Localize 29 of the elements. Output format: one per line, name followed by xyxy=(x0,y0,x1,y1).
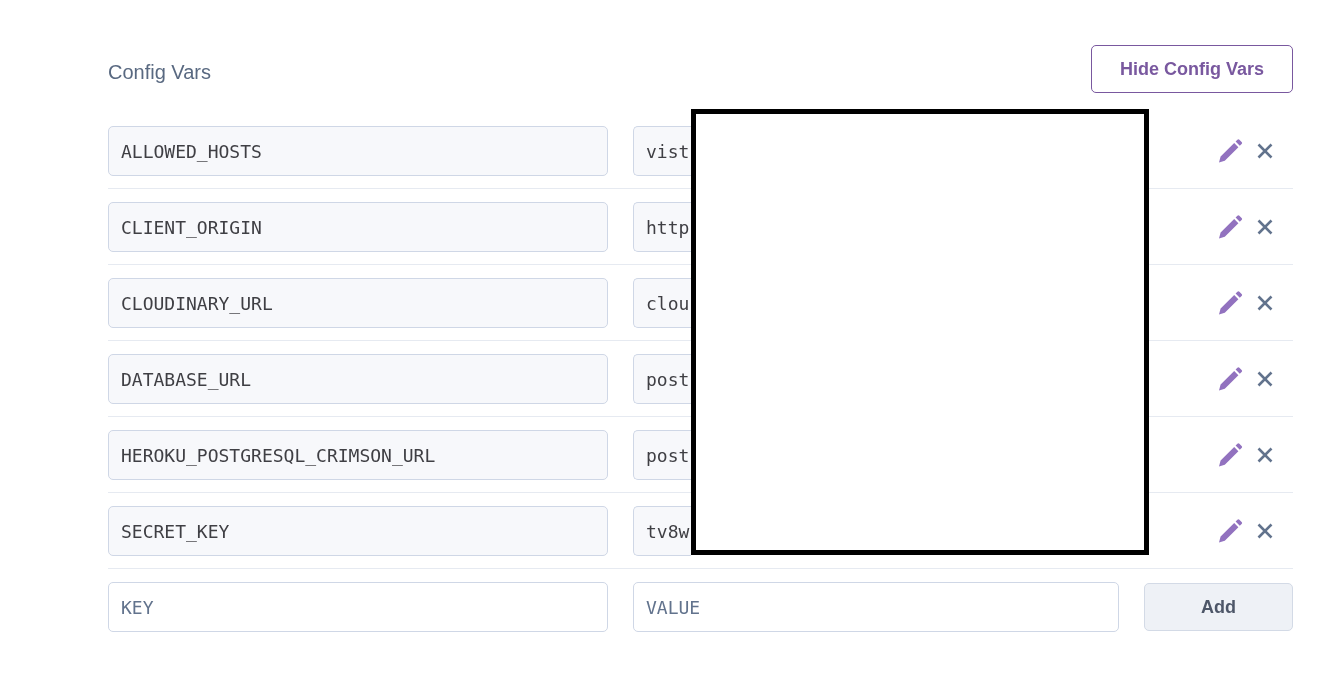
close-icon[interactable] xyxy=(1257,371,1273,387)
pencil-icon[interactable] xyxy=(1218,215,1243,239)
pencil-icon[interactable] xyxy=(1218,367,1243,391)
hide-vars-button[interactable]: Hide Config Vars xyxy=(1091,45,1293,93)
var-content-field[interactable]: post xyxy=(633,354,691,404)
pencil-icon[interactable] xyxy=(1218,291,1243,315)
close-icon[interactable] xyxy=(1257,447,1273,463)
pencil-icon[interactable] xyxy=(1218,139,1243,163)
var-name-field[interactable]: ALLOWED_HOSTS xyxy=(108,126,608,176)
var-name-field[interactable]: CLOUDINARY_URL xyxy=(108,278,608,328)
var-name-field[interactable]: CLIENT_ORIGIN xyxy=(108,202,608,252)
key-input-field[interactable]: KEY xyxy=(108,582,608,632)
close-icon[interactable] xyxy=(1257,523,1273,539)
value-input-field[interactable]: VALUE xyxy=(633,582,1119,632)
var-name-field[interactable]: SECRET_KEY xyxy=(108,506,608,556)
var-name-field[interactable]: DATABASE_URL xyxy=(108,354,608,404)
pencil-icon[interactable] xyxy=(1218,443,1243,467)
section-title: Config Vars xyxy=(108,59,211,84)
close-icon[interactable] xyxy=(1257,295,1273,311)
var-content-field[interactable]: tv8w xyxy=(633,506,691,556)
var-content-field[interactable]: vist xyxy=(633,126,691,176)
close-icon[interactable] xyxy=(1257,143,1273,159)
var-content-field[interactable]: http xyxy=(633,202,691,252)
add-button[interactable]: Add xyxy=(1144,583,1293,631)
var-content-field[interactable]: clou xyxy=(633,278,691,328)
var-name-field[interactable]: HEROKU_POSTGRESQL_CRIMSON_URL xyxy=(108,430,608,480)
close-icon[interactable] xyxy=(1257,219,1273,235)
pencil-icon[interactable] xyxy=(1218,519,1243,543)
var-content-field[interactable]: post xyxy=(633,430,691,480)
